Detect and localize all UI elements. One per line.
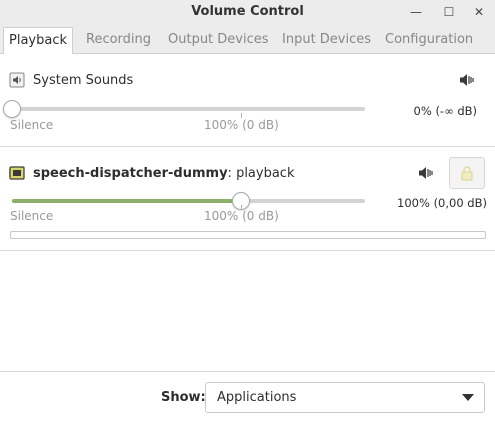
volume-slider-track[interactable] bbox=[12, 107, 365, 111]
mute-button[interactable] bbox=[458, 72, 476, 88]
title-bar: Volume Control — ☐ ✕ bbox=[0, 0, 495, 25]
footer-bar: Show: Applications bbox=[0, 372, 495, 424]
slider-mark-silence: Silence bbox=[10, 118, 54, 132]
show-dropdown-value: Applications bbox=[217, 390, 297, 405]
volume-slider-handle[interactable] bbox=[3, 100, 21, 118]
tab-recording[interactable]: Recording bbox=[81, 27, 156, 54]
minimize-icon: — bbox=[410, 5, 422, 19]
tab-playback[interactable]: Playback bbox=[3, 27, 74, 55]
maximize-button[interactable]: ☐ bbox=[439, 3, 459, 21]
stream-divider bbox=[0, 146, 495, 147]
app-name: speech-dispatcher-dummy bbox=[33, 166, 228, 181]
volume-slider-fill bbox=[12, 199, 241, 203]
playback-panel: System Sounds Silence 100% (0 dB) 0% (-∞… bbox=[0, 54, 495, 372]
lock-icon bbox=[461, 166, 473, 181]
stream-divider bbox=[0, 250, 495, 251]
maximize-icon: ☐ bbox=[443, 5, 455, 19]
stream-title: speech-dispatcher-dummy: playback bbox=[33, 166, 294, 181]
stream-name: System Sounds bbox=[33, 73, 134, 88]
tab-output-devices[interactable]: Output Devices bbox=[163, 27, 274, 54]
close-button[interactable]: ✕ bbox=[469, 3, 489, 21]
stream-name: playback bbox=[236, 166, 295, 181]
volume-slider-track[interactable] bbox=[12, 199, 365, 203]
tab-input-devices[interactable]: Input Devices bbox=[277, 27, 376, 54]
speaker-icon bbox=[9, 72, 25, 88]
slider-mark-silence: Silence bbox=[10, 209, 54, 223]
slider-mark-100: 100% (0 dB) bbox=[204, 118, 279, 132]
minimize-button[interactable]: — bbox=[406, 3, 426, 21]
close-icon: ✕ bbox=[473, 5, 485, 19]
show-label: Show: bbox=[161, 390, 206, 405]
tab-configuration[interactable]: Configuration bbox=[380, 27, 478, 54]
tab-bar: Playback Recording Output Devices Input … bbox=[0, 25, 495, 55]
speaker-mute-icon bbox=[460, 74, 474, 86]
volume-value: 100% (0,00 dB) bbox=[397, 196, 487, 210]
volume-value: 0% (-∞ dB) bbox=[413, 104, 477, 118]
peak-level-meter bbox=[10, 231, 486, 239]
speaker-mute-icon bbox=[419, 167, 433, 179]
slider-mark-100: 100% (0 dB) bbox=[204, 209, 279, 223]
audio-card-icon bbox=[9, 165, 25, 181]
stream-title-separator: : bbox=[227, 166, 237, 181]
show-dropdown[interactable]: Applications bbox=[205, 382, 485, 413]
mute-button[interactable] bbox=[417, 165, 435, 181]
lock-channels-button[interactable] bbox=[449, 157, 485, 189]
chevron-down-icon bbox=[462, 394, 474, 401]
